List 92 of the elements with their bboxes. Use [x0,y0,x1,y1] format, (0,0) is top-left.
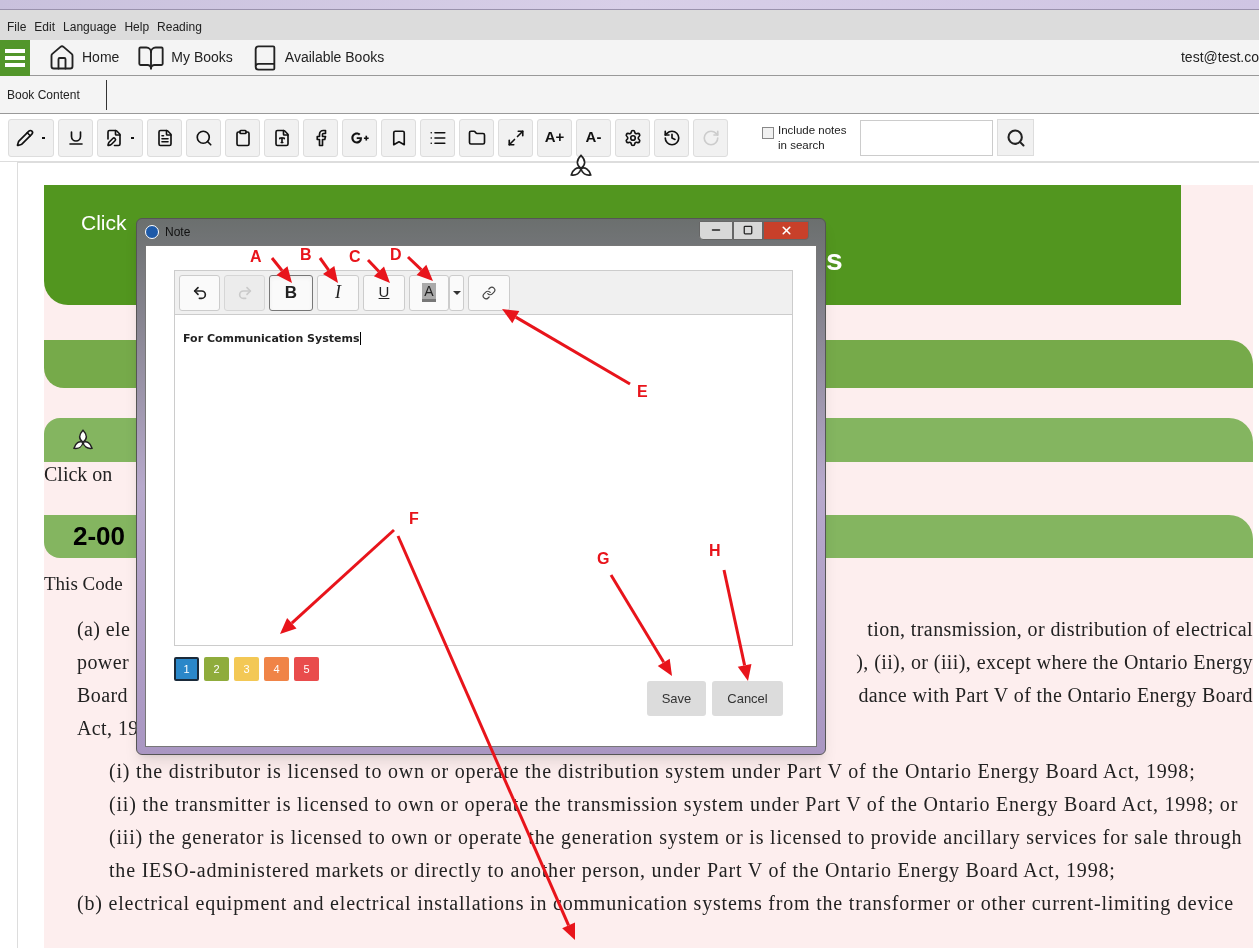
annotation-label: C [349,248,361,266]
banner-text: Click [81,210,127,236]
arrow [406,255,433,281]
clipboard-icon [233,128,252,147]
toolbar-button[interactable] [264,118,299,157]
annotation-label: E [637,383,648,401]
body-text: ), (ii), or (iii), except where the Ontario Energy [856,649,1253,676]
folder-icon [467,128,486,147]
toolbar-button[interactable] [186,118,221,157]
menu-item[interactable]: Help [124,18,150,36]
toolbar-button[interactable] [8,118,54,157]
dropdown-button[interactable] [449,274,464,311]
toolbar-button[interactable] [342,118,377,157]
expand-icon [506,128,525,147]
pencil-icon [16,128,34,147]
app-icon [145,225,159,239]
arrow [318,257,338,283]
link-icon [482,285,496,300]
nav-link[interactable]: My Books [137,43,233,72]
caret-icon [42,136,45,139]
toolbar-button[interactable] [97,118,143,157]
underline-button[interactable]: U [363,274,405,311]
toolbar-button[interactable] [615,118,650,157]
body-text: Click on [44,462,114,487]
toolbar-button[interactable] [58,118,93,157]
dialog-title: Note [165,224,191,241]
toolbar-button[interactable] [459,118,494,157]
toolbar-button[interactable] [225,118,260,157]
home-icon [48,43,76,72]
underline-icon [66,128,85,147]
search-icon [194,128,213,147]
save-button[interactable]: Save [647,681,706,716]
toolbar-button[interactable] [303,118,338,157]
body-text: tion, transmission, or distribution of electrical [867,616,1253,642]
nav-link[interactable]: Home [48,43,120,72]
tab[interactable]: Book Content [0,79,107,110]
minimize-button[interactable] [699,220,733,240]
search-icon [1005,127,1026,148]
redo-icon [236,284,253,301]
menu-button[interactable] [0,39,30,76]
arrow [270,257,292,283]
font-size-button[interactable]: A+ [537,118,572,157]
caret-icon [131,136,134,139]
annotation-label: D [390,246,402,264]
toolbar-button[interactable] [420,118,455,157]
toolbar-button[interactable] [654,118,689,157]
undo-button[interactable] [179,274,220,311]
banner-title: s [826,242,843,278]
maximize-button[interactable] [733,220,763,240]
menu-item[interactable]: Edit [34,18,56,36]
annotation-label: F [409,510,419,528]
menu-item[interactable]: Reading [157,18,202,36]
menu-item[interactable]: File [7,18,27,36]
document-icon [155,128,174,147]
cancel-button[interactable]: Cancel [712,681,783,716]
body-text: This Code [44,572,124,596]
trefoil-icon [71,428,95,452]
refresh-icon [701,128,720,147]
annotation-label: H [709,542,721,560]
note-text: For Communication Systems [183,332,362,345]
body-text: power [77,649,129,676]
menu-item[interactable]: Language [63,18,117,36]
annotation-label: G [597,550,610,568]
maximize-icon [743,225,753,235]
nav-link[interactable]: Available Books [250,43,385,72]
font-size-button[interactable]: A- [576,118,611,157]
toolbar-button[interactable] [381,118,416,157]
annotation-label: B [300,246,312,264]
italic-button[interactable]: I [317,274,359,311]
user-email: test@test.co [1180,48,1259,67]
toolbar-button[interactable] [147,118,182,157]
settings-icon [623,128,642,147]
toolbar-button[interactable] [498,118,533,157]
annotation-label: A [250,248,262,266]
note-icon [105,128,123,147]
search-button[interactable] [997,119,1034,156]
caret-icon [452,290,461,295]
body-text: Board [77,682,128,708]
color-swatch[interactable]: 1 [174,657,199,681]
link-button[interactable] [468,274,510,311]
checkbox[interactable] [762,126,774,139]
color-swatch[interactable]: 5 [294,657,319,681]
body-text: dance with Part V of the Ontario Energy Board [858,682,1253,709]
history-icon [662,128,681,147]
undo-icon [191,284,208,301]
search-field[interactable] [860,119,993,156]
close-icon [779,223,793,237]
highlight-button[interactable]: A [409,274,449,311]
body-text: (a) ele [77,616,131,643]
checkbox-label: Include notes in search [778,122,848,153]
bold-button[interactable]: B [269,274,313,311]
arrow [366,258,390,283]
